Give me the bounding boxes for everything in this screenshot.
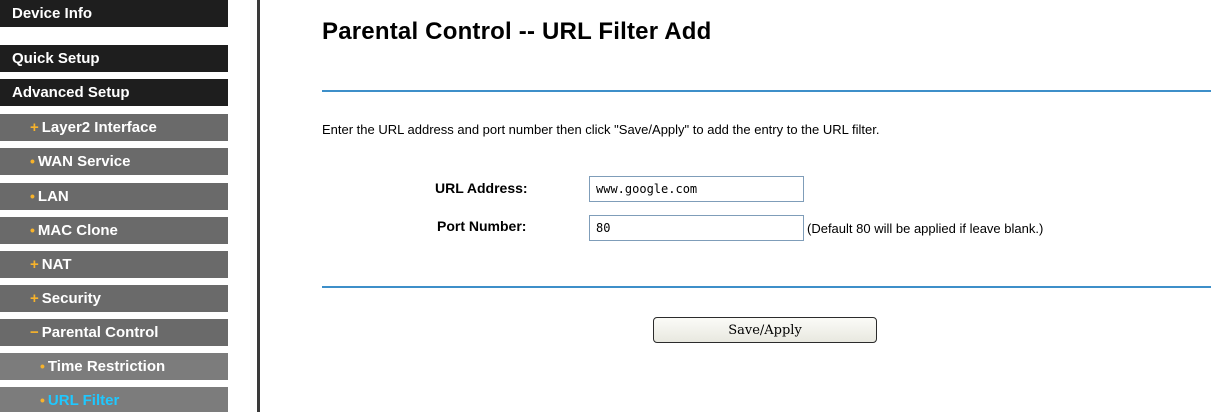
sidebar-item-label: MAC Clone (37, 222, 118, 239)
router-config-page: Device Info Quick Setup Advanced Setup +… (0, 0, 1211, 412)
sidebar-item-label: Time Restriction (47, 358, 166, 375)
bullet-dot-icon: • (40, 392, 45, 408)
sidebar-item-nat[interactable]: + NAT (0, 251, 228, 281)
collapse-minus-icon: − (30, 324, 39, 341)
sidebar-item-parental-control[interactable]: − Parental Control (0, 319, 228, 349)
url-address-label: URL Address: (435, 180, 528, 196)
save-apply-button[interactable]: Save/Apply (653, 317, 877, 343)
sidebar-item-advanced-setup[interactable]: Advanced Setup (0, 79, 228, 109)
sidebar-item-lan[interactable]: • LAN (0, 183, 228, 213)
instruction-text: Enter the URL address and port number th… (322, 122, 880, 137)
bullet-dot-icon: • (30, 188, 35, 204)
sidebar-item-label: WAN Service (37, 153, 131, 170)
sidebar-item-device-info[interactable]: Device Info (0, 0, 228, 30)
sidebar-item-label: Layer2 Interface (41, 119, 157, 136)
sidebar-item-label: Parental Control (41, 324, 159, 341)
sidebar-item-url-filter[interactable]: • URL Filter (0, 387, 228, 412)
expand-plus-icon: + (30, 290, 39, 307)
sidebar-nav: Device Info Quick Setup Advanced Setup +… (0, 0, 260, 412)
sidebar-item-layer2-interface[interactable]: + Layer2 Interface (0, 114, 228, 144)
sidebar-item-label: LAN (37, 188, 69, 205)
port-number-input[interactable] (589, 215, 804, 241)
url-address-input[interactable] (589, 176, 804, 202)
sidebar-item-label: URL Filter (47, 392, 120, 409)
sidebar-item-label: NAT (41, 256, 72, 273)
sidebar-menu: Device Info Quick Setup Advanced Setup +… (0, 0, 257, 412)
bullet-dot-icon: • (40, 358, 45, 374)
sidebar-item-label: Device Info (12, 5, 93, 22)
sidebar-item-quick-setup[interactable]: Quick Setup (0, 45, 228, 75)
sidebar-item-mac-clone[interactable]: • MAC Clone (0, 217, 228, 247)
sidebar-item-time-restriction[interactable]: • Time Restriction (0, 353, 228, 383)
page-title: Parental Control -- URL Filter Add (322, 18, 712, 45)
sidebar-item-label: Security (41, 290, 101, 307)
sidebar-item-wan-service[interactable]: • WAN Service (0, 148, 228, 178)
expand-plus-icon: + (30, 256, 39, 273)
sidebar-item-security[interactable]: + Security (0, 285, 228, 315)
port-number-label: Port Number: (437, 218, 527, 234)
port-hint-text: (Default 80 will be applied if leave bla… (807, 221, 1044, 236)
bullet-dot-icon: • (30, 222, 35, 238)
top-divider (322, 90, 1211, 92)
expand-plus-icon: + (30, 119, 39, 136)
sidebar-item-label: Quick Setup (12, 50, 100, 67)
bullet-dot-icon: • (30, 153, 35, 169)
main-content: Parental Control -- URL Filter Add Enter… (260, 0, 1211, 412)
bottom-divider (322, 286, 1211, 288)
sidebar-item-label: Advanced Setup (12, 84, 130, 101)
